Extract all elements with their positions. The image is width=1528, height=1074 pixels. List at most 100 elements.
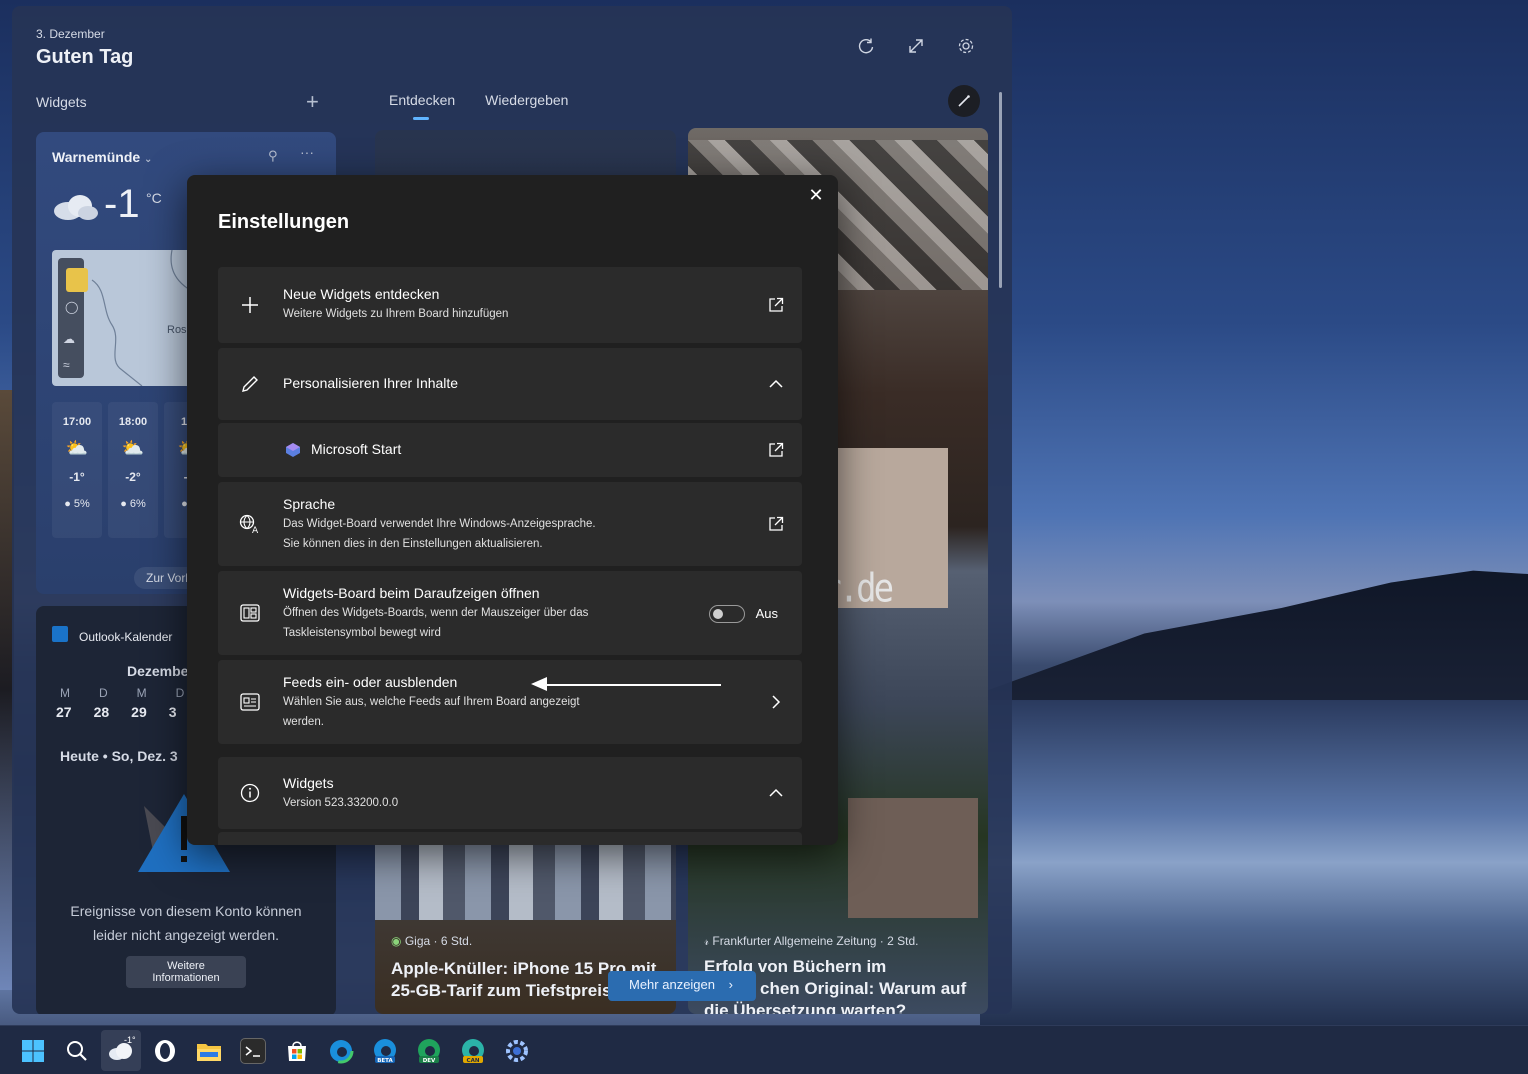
board-toolbar <box>856 36 976 56</box>
row-subtitle: Sie können dies in den Einstellungen akt… <box>283 538 543 550</box>
giga-source-icon: ◉ <box>391 934 402 948</box>
microsoft-store-icon[interactable] <box>284 1038 310 1064</box>
row-subtitle: werden. <box>283 716 324 728</box>
edge-icon[interactable] <box>328 1038 354 1064</box>
pencil-icon <box>238 372 262 396</box>
row-subtitle: Taskleistensymbol bewegt wird <box>283 627 441 639</box>
widgets-board-icon <box>238 601 262 625</box>
calendar-date[interactable]: 28 <box>94 704 110 720</box>
cloud-layer-icon[interactable]: ☁ <box>63 332 75 346</box>
row-title: Sprache <box>283 496 336 512</box>
edge-beta-icon[interactable]: BETA <box>372 1038 398 1064</box>
faz-source-icon: 𝓇 <box>704 934 710 948</box>
close-icon[interactable]: ✕ <box>806 185 826 205</box>
droplet-icon[interactable]: ◯ <box>65 300 78 314</box>
calendar-weekdays: M D M D <box>60 686 184 700</box>
outlook-title: Outlook-Kalender <box>79 630 173 644</box>
board-date: 3. Dezember <box>36 27 105 41</box>
brush-icon <box>958 95 970 107</box>
calendar-error-message: Ereignisse von diesem Konto können leide… <box>70 903 302 943</box>
pin-icon[interactable]: ⚲ <box>268 148 278 164</box>
tab-wiedergeben[interactable]: Wiedergeben <box>485 92 568 108</box>
feed-icon <box>238 690 262 714</box>
edge-dev-icon[interactable]: DEV <box>416 1038 442 1064</box>
add-widget-icon[interactable]: + <box>306 89 319 115</box>
weekday: M <box>60 686 70 700</box>
edge-canary-icon[interactable]: CAN <box>460 1038 486 1064</box>
map-city-label: Ros <box>167 324 187 336</box>
wind-icon[interactable]: ≈ <box>63 358 70 372</box>
annotation-arrow-icon <box>531 677 721 691</box>
desktop-lake <box>980 700 1528 1025</box>
start-icon[interactable] <box>20 1038 46 1064</box>
next-row-partial <box>218 832 802 845</box>
toggle-state-label: Aus <box>755 606 778 621</box>
settings-gear-icon[interactable] <box>956 36 976 56</box>
feed-source: ◉ Giga · 6 Std. <box>391 934 473 948</box>
hour-item[interactable]: 18:00 ⛅ -2° ● 6% <box>108 402 158 538</box>
chevron-right-icon: › <box>728 977 733 992</box>
calendar-date[interactable]: 29 <box>131 704 147 720</box>
row-subtitle: Wählen Sie aus, welche Feeds auf Ihrem B… <box>283 696 580 708</box>
svg-text:CAN: CAN <box>467 1058 480 1064</box>
row-title: Widgets <box>283 775 334 791</box>
dialog-title: Einstellungen <box>218 211 350 233</box>
hour-precip: ● 5% <box>64 498 90 510</box>
board-scrollbar[interactable] <box>999 92 1002 288</box>
hour-temp: -2° <box>125 470 141 484</box>
terminal-icon[interactable] <box>240 1038 266 1064</box>
open-on-hover-row: Widgets-Board beim Daraufzeigen öffnen Ö… <box>218 571 802 655</box>
language-row[interactable]: A Sprache Das Widget-Board verwendet Ihr… <box>218 482 802 566</box>
tab-entdecken[interactable]: Entdecken <box>389 92 455 120</box>
calendar-date[interactable]: 27 <box>56 704 72 720</box>
file-explorer-icon[interactable] <box>196 1038 222 1064</box>
weekday: M <box>136 686 147 700</box>
row-subtitle: Weitere Widgets zu Ihrem Board hinzufüge… <box>283 308 509 320</box>
chevron-down-icon: ⌄ <box>144 154 153 165</box>
hour-time: 18:00 <box>118 416 148 428</box>
personalize-brush-button[interactable] <box>948 85 980 117</box>
version-label: Version 523.33200.0.0 <box>283 797 399 809</box>
taskbar: -1° BETA DEV CAN <box>0 1025 1528 1074</box>
feed-title-line: die Übersetzung warten? <box>704 1001 907 1014</box>
external-link-icon <box>766 514 786 534</box>
outlook-icon <box>52 626 68 642</box>
row-title: Personalisieren Ihrer Inhalte <box>283 375 459 391</box>
hour-time: 17:00 <box>62 416 92 428</box>
weekday: D <box>175 686 185 700</box>
hover-toggle[interactable] <box>709 605 745 623</box>
microsoft-start-icon <box>285 442 301 458</box>
settings-dialog: ✕ Einstellungen Neue Widgets entdecken W… <box>187 175 838 845</box>
personalize-row[interactable]: Personalisieren Ihrer Inhalte <box>218 348 802 420</box>
desktop-mountain <box>980 570 1528 710</box>
cloud-icon <box>54 195 98 220</box>
weather-location[interactable]: Warnemünde ⌄ <box>52 149 152 165</box>
show-more-button[interactable]: Mehr anzeigen › <box>608 971 756 1001</box>
hour-precip: ● 6% <box>120 498 146 510</box>
opera-icon[interactable] <box>152 1038 178 1064</box>
calendar-month: Dezembe <box>127 663 189 679</box>
feeds-toggle-row[interactable]: Feeds ein- oder ausblenden Wählen Sie au… <box>218 660 802 744</box>
thermometer-icon[interactable] <box>66 268 88 292</box>
row-title: Neue Widgets entdecken <box>283 286 440 302</box>
weather-unit: °C <box>146 190 162 206</box>
partly-cloudy-night-icon: ⛅ <box>65 438 89 458</box>
external-link-icon <box>766 295 786 315</box>
microsoft-start-row[interactable]: Microsoft Start <box>218 423 802 477</box>
chevron-up-icon <box>766 374 786 394</box>
discover-widgets-row[interactable]: Neue Widgets entdecken Weitere Widgets z… <box>218 267 802 343</box>
more-info-label-1: Weitere <box>167 960 205 972</box>
calendar-dates: 27 28 29 3 <box>56 704 177 720</box>
hour-item[interactable]: 17:00 ⛅ -1° ● 5% <box>52 402 102 538</box>
search-icon[interactable] <box>64 1038 90 1064</box>
more-info-button[interactable]: Weitere Informationen <box>126 956 246 988</box>
about-widgets-row[interactable]: Widgets Version 523.33200.0.0 <box>218 757 802 829</box>
more-options-icon[interactable]: ··· <box>300 144 314 160</box>
feed-image <box>848 798 978 918</box>
expand-icon[interactable] <box>906 36 926 56</box>
refresh-icon[interactable] <box>856 36 876 56</box>
row-title: Feeds ein- oder ausblenden <box>283 674 458 690</box>
settings-icon[interactable] <box>504 1038 530 1064</box>
calendar-date[interactable]: 3 <box>169 704 177 720</box>
map-layer-selector[interactable]: ◯ ☁ ≈ <box>58 258 88 378</box>
